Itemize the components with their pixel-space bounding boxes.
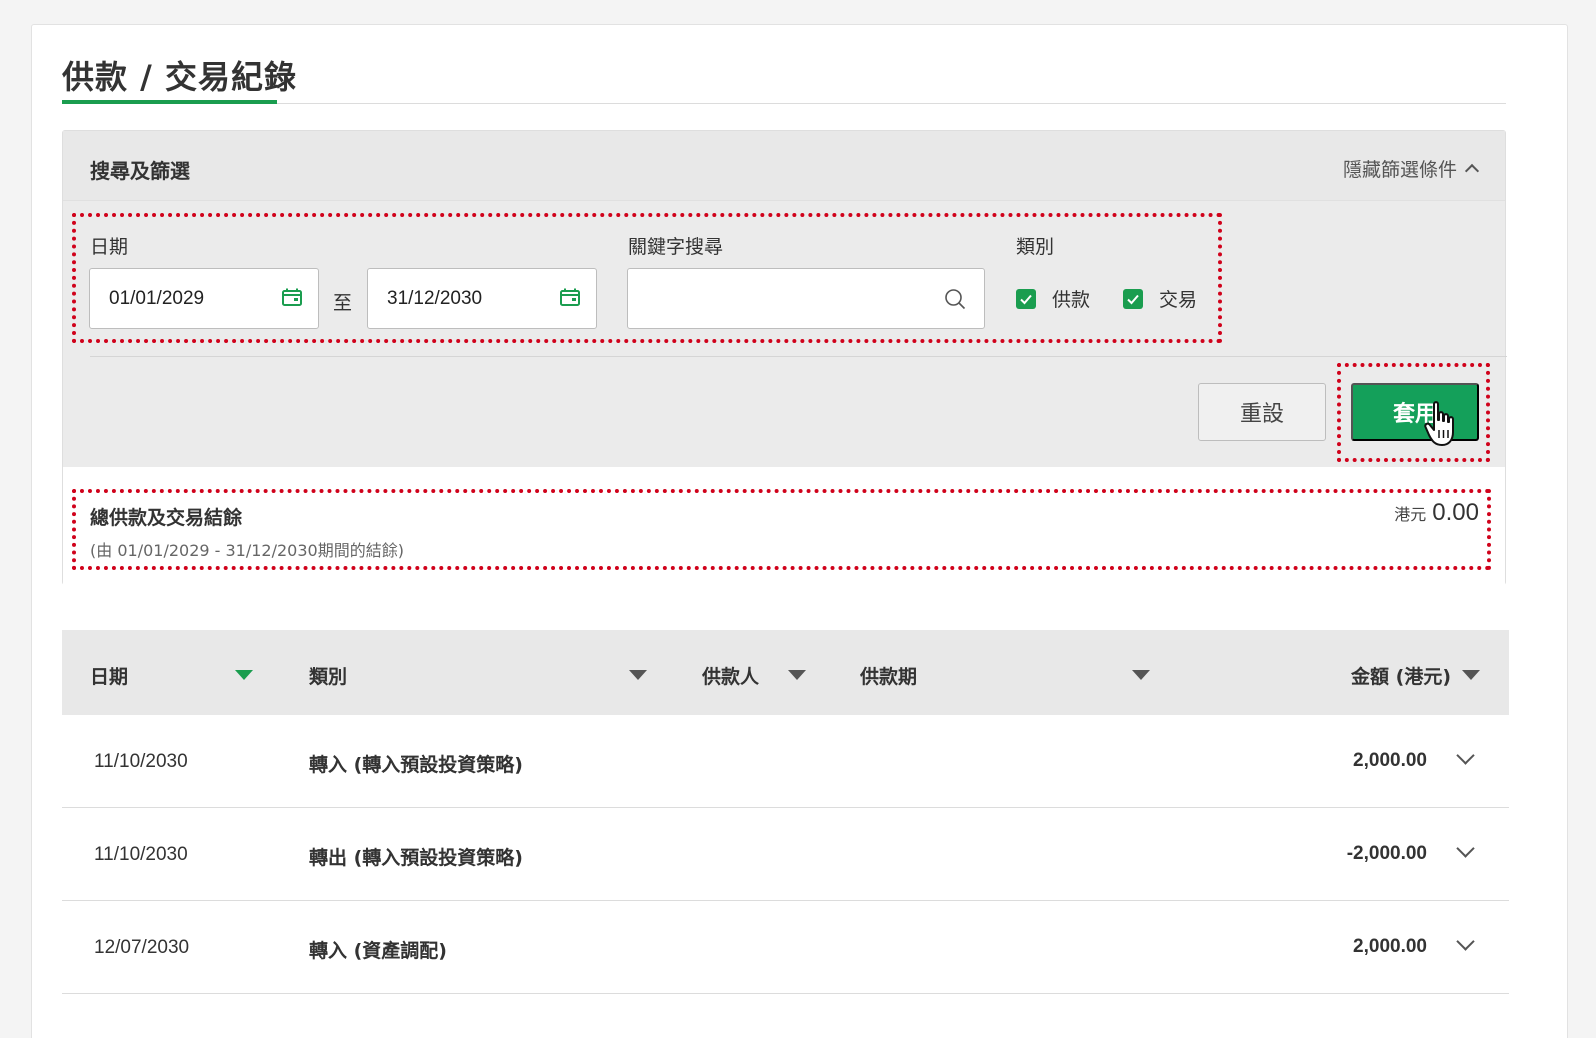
table-row[interactable]: 11/10/2030 轉出 (轉入預設投資策略) -2,000.00 [62,808,1509,901]
summary-amount: 港元 0.00 [1394,499,1479,527]
calendar-icon[interactable] [282,288,302,306]
calendar-icon[interactable] [560,288,580,306]
sort-icon[interactable] [629,670,647,680]
title-divider [62,103,1506,104]
row-date: 12/07/2030 [94,937,190,958]
header-period[interactable]: 供款期 [860,662,917,689]
search-icon[interactable] [944,288,966,310]
summary-currency: 港元 [1394,505,1427,524]
summary-title: 總供款及交易結餘 [90,507,243,529]
chevron-down-icon[interactable] [1456,839,1475,858]
table-row[interactable]: 11/10/2030 轉入 (轉入預設投資策略) 2,000.00 [62,715,1509,808]
header-amount[interactable]: 金額 (港元) [1351,662,1451,689]
balance-summary: 總供款及交易結餘 (由 01/01/2029 - 31/12/2030期間的結餘… [63,467,1505,585]
filter-title: 搜尋及篩選 [90,159,190,183]
date-from-value: 01/01/2029 [109,288,205,309]
row-type: 轉入 (資產調配) [309,940,447,962]
row-type: 轉出 (轉入預設投資策略) [309,847,523,869]
keyword-label: 關鍵字搜尋 [628,236,724,258]
header-contributor[interactable]: 供款人 [702,662,759,689]
hide-filter-label: 隱藏篩選條件 [1342,159,1457,181]
filter-header: 搜尋及篩選 隱藏篩選條件 [63,131,1505,201]
header-type[interactable]: 類別 [309,662,347,689]
category-label: 類別 [1016,236,1055,258]
checkbox-contribution-label: 供款 [1052,289,1091,311]
checkbox-contribution[interactable]: 供款 [1016,285,1090,312]
filter-divider [90,356,1507,357]
row-date: 11/10/2030 [94,844,188,865]
records-table: 日期 類別 供款人 供款期 金額 (港元) 11/10/2030 轉入 (轉入預… [62,630,1509,994]
date-label: 日期 [90,236,129,258]
date-to-field[interactable]: 31/12/2030 [367,268,597,329]
date-to-value: 31/12/2030 [387,288,483,309]
reset-button[interactable]: 重設 [1198,383,1326,441]
date-separator: 至 [333,292,353,314]
chevron-down-icon[interactable] [1456,746,1475,765]
chevron-down-icon[interactable] [1456,932,1475,951]
filter-panel: 搜尋及篩選 隱藏篩選條件 重設 套用 總供款及交易結餘 (由 01/01/202… [62,130,1507,585]
table-row[interactable]: 12/07/2030 轉入 (資產調配) 2,000.00 [62,901,1509,994]
sort-active-icon[interactable] [235,670,253,680]
row-date: 11/10/2030 [94,751,188,772]
title-underline [62,100,277,104]
date-from-field[interactable]: 01/01/2029 [89,268,319,329]
sort-icon[interactable] [1132,670,1150,680]
page-title: 供款 / 交易紀錄 [62,58,297,96]
header-date[interactable]: 日期 [90,662,128,689]
checkbox-checked-icon [1016,288,1036,309]
row-type: 轉入 (轉入預設投資策略) [309,754,523,776]
summary-value: 0.00 [1432,499,1479,526]
checkbox-transaction[interactable]: 交易 [1123,285,1197,312]
table-header: 日期 類別 供款人 供款期 金額 (港元) [62,630,1509,715]
hand-cursor-icon [1424,401,1454,446]
keyword-search-input[interactable] [627,268,985,329]
checkbox-transaction-label: 交易 [1159,289,1198,311]
row-amount: -2,000.00 [1346,843,1427,864]
chevron-up-icon [1464,163,1480,179]
row-amount: 2,000.00 [1353,936,1427,957]
sort-icon[interactable] [1462,670,1480,680]
hide-filter-toggle[interactable]: 隱藏篩選條件 [1342,155,1480,182]
row-amount: 2,000.00 [1353,750,1427,771]
summary-range: (由 01/01/2029 - 31/12/2030期間的結餘) [90,541,404,560]
sort-icon[interactable] [788,670,806,680]
checkbox-checked-icon [1123,288,1143,309]
